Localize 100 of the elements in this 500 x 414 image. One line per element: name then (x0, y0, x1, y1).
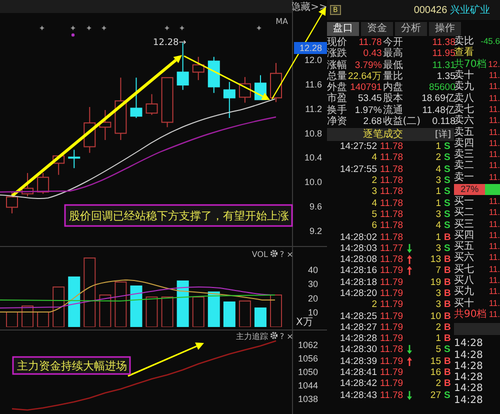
trade-volume: 16 (429, 367, 441, 378)
field-value: 85600 (428, 82, 456, 93)
tab[interactable]: 盘口 (327, 22, 359, 36)
trade-side: S (444, 344, 452, 356)
order-price: 11. (488, 172, 500, 183)
tab[interactable]: 分析 (395, 22, 427, 36)
order-price: 11. (488, 230, 500, 241)
field-value: 1.35 (436, 70, 456, 82)
help-button[interactable]: ? (280, 332, 284, 341)
axis-label: 10.4 (304, 152, 322, 163)
trade-time: 14:28:03 (339, 242, 377, 254)
order-price: 11. (488, 241, 500, 252)
trade-price: 11.78 (380, 208, 404, 220)
field-label: 换手 (327, 104, 347, 116)
axis-label: 10.0 (304, 177, 322, 188)
close-button[interactable]: × (286, 250, 294, 259)
axis-label: 9.6 (309, 202, 322, 212)
settings-icon[interactable] (270, 250, 278, 258)
trade-time: 14:28:16 (339, 265, 377, 276)
order-label: 卖四 (454, 138, 474, 149)
field-label: 内盘 (382, 82, 404, 93)
trade-volume: 27 (429, 390, 441, 401)
close-button[interactable]: × (286, 332, 294, 341)
trade-volume: 1 (434, 198, 441, 209)
trade-price: 11.78 (380, 152, 404, 164)
star-marker-icon (256, 26, 262, 30)
order-price: 11. (488, 286, 500, 298)
trade-price: 11.78 (380, 220, 404, 232)
trade-volume: 1 (434, 232, 441, 243)
order-label: 买十 (454, 298, 474, 309)
field-value: 11.38 (431, 37, 456, 48)
trade-price: 11.78 (380, 186, 404, 198)
field-label: 总量 (327, 70, 347, 82)
volume-bar (6, 312, 18, 327)
trade-volume: 13 (429, 254, 441, 266)
star-marker-icon (70, 26, 76, 30)
order-label: 买三 (454, 218, 474, 230)
order-label: 卖三 (454, 149, 474, 160)
trade-price: 11.78 (380, 232, 404, 243)
candlestick (84, 106, 96, 154)
tab[interactable]: 资金 (361, 22, 393, 36)
order-price: 11. (488, 104, 500, 115)
volume-bar (22, 306, 34, 327)
arrow-down-icon (407, 345, 412, 354)
trade-volume: 3 (434, 288, 441, 299)
trade-time: 14:28:28 (339, 333, 377, 344)
field-value: 18.69亿 (422, 93, 456, 104)
candlestick (22, 172, 34, 197)
trade-time: 2 (370, 299, 377, 310)
trade-side: B (444, 310, 452, 322)
order-label: 买二 (454, 207, 474, 218)
field-value: 0.118 (431, 116, 456, 127)
candlestick (37, 172, 50, 194)
trade-price: 11.77 (380, 242, 404, 254)
trade-time: 3 (370, 186, 377, 198)
order-price: 11. (488, 308, 500, 320)
field-label: 股本 (382, 93, 404, 104)
help-button[interactable]: ? (280, 250, 284, 259)
order-label: 买一 (454, 196, 474, 207)
field-label: 最低 (382, 60, 404, 70)
trade-side: S (444, 390, 452, 401)
volume-bar (130, 286, 142, 327)
field-label: 市盈 (327, 93, 347, 104)
trade-volume: 3 (434, 175, 441, 186)
tab[interactable]: 操作 (429, 22, 461, 36)
stock-code: 000426 (414, 4, 448, 16)
candlestick (114, 77, 127, 140)
trade-volume: 1 (434, 333, 441, 344)
order-label: 卖六 (454, 115, 474, 126)
view-link[interactable]: 查看 (454, 47, 474, 58)
trade-side: S (444, 198, 452, 209)
arrow-up-icon (407, 356, 412, 366)
candlestick (270, 62, 282, 103)
volume-bar (223, 302, 236, 327)
trade-side: B (444, 254, 452, 266)
order-price: 11. (488, 160, 500, 172)
order-label: 卖一 (454, 172, 474, 183)
axis-label: 1062 (298, 340, 318, 350)
axis-label: 40 (308, 264, 318, 275)
settings-icon[interactable] (270, 332, 278, 340)
order-price: 11. (488, 70, 500, 82)
trade-side: S (444, 141, 452, 152)
volume-bar (192, 296, 204, 327)
trade-price: 11.79 (380, 265, 404, 276)
volume-bar (84, 258, 96, 327)
high-price-label: 12.28→ (153, 38, 186, 48)
star-marker-icon (180, 26, 184, 30)
trade-time: 14:28 (454, 372, 483, 384)
candlestick (192, 56, 204, 81)
trade-time: 6 (370, 220, 377, 232)
trade-time: 14:28 (454, 338, 483, 350)
trade-side: B (444, 232, 452, 243)
order-label: 卖二 (454, 160, 474, 172)
volume-bar (238, 300, 251, 327)
trade-time: 14:27:52 (339, 141, 377, 152)
order-price: -45.6 (480, 36, 500, 48)
trade-price: 11.79 (380, 378, 404, 390)
trade-volume: 1 (434, 186, 441, 198)
field-label: 外盘 (327, 82, 347, 93)
detail-link[interactable]: [详] (434, 128, 451, 140)
